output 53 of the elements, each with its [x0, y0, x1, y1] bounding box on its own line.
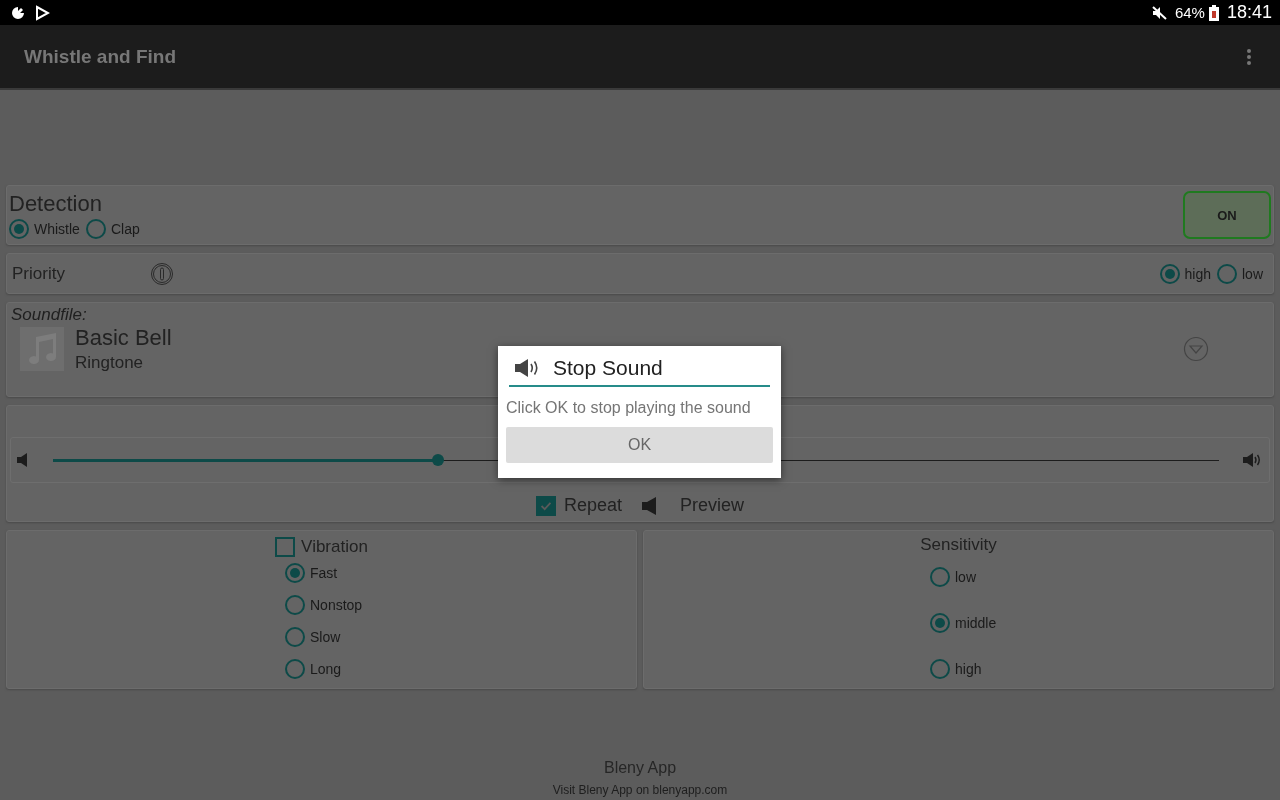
soundfile-label: Soundfile: — [11, 305, 88, 325]
music-note-icon — [20, 327, 64, 371]
info-icon[interactable] — [150, 261, 174, 286]
radio-label: high — [1184, 265, 1211, 282]
battery-percent: 64% — [1174, 4, 1205, 21]
repeat-checkbox[interactable] — [535, 495, 556, 516]
preview-button[interactable]: Preview — [680, 495, 745, 516]
radio-label: low — [1242, 265, 1263, 282]
radio-button[interactable] — [285, 627, 305, 647]
radio-label: Nonstop — [310, 597, 363, 613]
clock-time: 18:41 — [1226, 2, 1272, 23]
radio-label: Whistle — [34, 221, 80, 237]
radio-button[interactable] — [1217, 263, 1237, 284]
speaker-loud-icon — [1243, 453, 1263, 467]
radio-button[interactable] — [285, 659, 305, 679]
speaker-icon[interactable] — [642, 496, 656, 515]
sound-type: Ringtone — [75, 353, 145, 373]
sound-name: Basic Bell — [75, 325, 172, 351]
repeat-label: Repeat — [563, 495, 622, 516]
vibration-checkbox[interactable] — [275, 537, 296, 557]
sensitivity-title: Sensitivity — [920, 535, 997, 555]
app-icon — [10, 4, 26, 21]
radio-label: Slow — [310, 629, 341, 645]
dialog-message: Click OK to stop playing the sound — [506, 399, 752, 417]
footer-link[interactable]: Visit Bleny App on blenyapp.com — [552, 783, 728, 797]
speaker-icon — [17, 453, 29, 467]
radio-button[interactable] — [930, 613, 950, 633]
priority-label: Priority — [12, 263, 66, 284]
play-icon — [34, 4, 50, 21]
radio-button[interactable] — [85, 219, 106, 239]
radio-button[interactable] — [1159, 263, 1180, 284]
toggle-button[interactable]: ON — [1183, 191, 1271, 239]
vibration-label: Vibration — [301, 537, 368, 557]
slider-thumb[interactable] — [431, 454, 444, 466]
radio-button[interactable] — [930, 659, 950, 679]
section-title: Detection — [9, 191, 103, 217]
radio-label: middle — [955, 615, 997, 631]
radio-label: Long — [310, 661, 342, 677]
radio-button[interactable] — [930, 567, 950, 587]
dropdown-icon[interactable] — [1183, 336, 1209, 362]
app-title: Whistle and Find — [24, 45, 176, 68]
menu-icon[interactable] — [1246, 47, 1252, 66]
radio-label: Clap — [110, 221, 140, 237]
ok-button[interactable]: OK — [506, 427, 773, 463]
radio-button[interactable] — [285, 595, 305, 615]
radio-label: low — [955, 569, 976, 585]
battery-icon — [1208, 4, 1219, 21]
mute-icon — [1150, 4, 1167, 21]
dialog-title: Stop Sound — [553, 356, 663, 380]
radio-label: Fast — [310, 565, 338, 581]
radio-button[interactable] — [285, 563, 305, 583]
radio-button[interactable] — [9, 219, 29, 239]
radio-label: high — [955, 661, 982, 677]
